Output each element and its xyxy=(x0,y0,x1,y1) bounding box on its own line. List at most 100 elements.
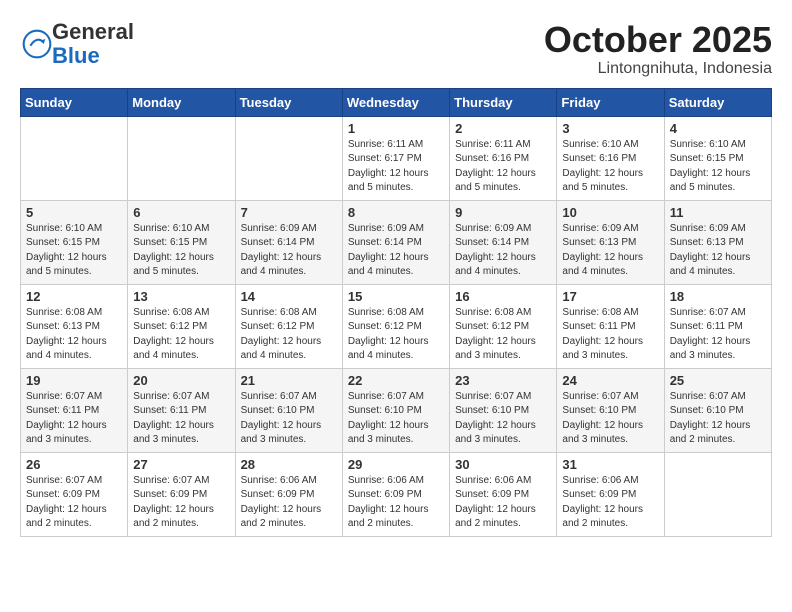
day-info: Sunrise: 6:09 AMSunset: 6:13 PMDaylight:… xyxy=(562,222,658,280)
day-number: 3 xyxy=(562,121,658,136)
weekday-header: Friday xyxy=(557,88,664,116)
calendar-cell: 8Sunrise: 6:09 AMSunset: 6:14 PMDaylight… xyxy=(342,200,449,284)
day-number: 20 xyxy=(133,373,229,388)
weekday-header: Thursday xyxy=(450,88,557,116)
day-number: 5 xyxy=(26,205,122,220)
calendar-cell: 21 Sunrise: 6:07 AMSunset: 6:10 PMDayligh… xyxy=(235,368,342,452)
calendar-week-row: 1 Sunrise: 6:11 AMSunset: 6:17 PMDaylight… xyxy=(21,116,772,200)
calendar-cell: 26 Sunrise: 6:07 AMSunset: 6:09 PMDayligh… xyxy=(21,452,128,536)
weekday-header: Tuesday xyxy=(235,88,342,116)
calendar-cell: 1 Sunrise: 6:11 AMSunset: 6:17 PMDaylight… xyxy=(342,116,449,200)
calendar-cell: 9Sunrise: 6:09 AMSunset: 6:14 PMDaylight… xyxy=(450,200,557,284)
calendar-cell: 17 Sunrise: 6:08 AMSunset: 6:11 PMDayligh… xyxy=(557,284,664,368)
calendar-cell: 7Sunrise: 6:09 AMSunset: 6:14 PMDaylight… xyxy=(235,200,342,284)
day-info: Sunrise: 6:08 AMSunset: 6:12 PMDaylight:… xyxy=(348,306,444,364)
day-number: 7 xyxy=(241,205,337,220)
logo-blue: Blue xyxy=(52,43,100,68)
weekday-header: Saturday xyxy=(664,88,771,116)
day-number: 29 xyxy=(348,457,444,472)
calendar-week-row: 26 Sunrise: 6:07 AMSunset: 6:09 PMDayligh… xyxy=(21,452,772,536)
calendar-week-row: 12 Sunrise: 6:08 AMSunset: 6:13 PMDayligh… xyxy=(21,284,772,368)
day-info: Sunrise: 6:06 AMSunset: 6:09 PMDaylight:… xyxy=(455,474,551,532)
calendar-cell: 24Sunrise: 6:07 AMSunset: 6:10 PMDayligh… xyxy=(557,368,664,452)
day-number: 2 xyxy=(455,121,551,136)
calendar-cell: 27 Sunrise: 6:07 AMSunset: 6:09 PMDayligh… xyxy=(128,452,235,536)
day-number: 25 xyxy=(670,373,766,388)
day-info: Sunrise: 6:08 AMSunset: 6:12 PMDaylight:… xyxy=(455,306,551,364)
day-info: Sunrise: 6:07 AMSunset: 6:11 PMDaylight:… xyxy=(26,390,122,448)
weekday-header: Sunday xyxy=(21,88,128,116)
day-number: 12 xyxy=(26,289,122,304)
weekday-header: Wednesday xyxy=(342,88,449,116)
day-number: 21 xyxy=(241,373,337,388)
calendar-cell: 15 Sunrise: 6:08 AMSunset: 6:12 PMDayligh… xyxy=(342,284,449,368)
calendar-cell: 14 Sunrise: 6:08 AMSunset: 6:12 PMDayligh… xyxy=(235,284,342,368)
day-number: 13 xyxy=(133,289,229,304)
page-header: General Blue October 2025 Lintongnihuta,… xyxy=(20,20,772,78)
day-info: Sunrise: 6:07 AMSunset: 6:11 PMDaylight:… xyxy=(670,306,766,364)
day-info: Sunrise: 6:08 AMSunset: 6:11 PMDaylight:… xyxy=(562,306,658,364)
day-info: Sunrise: 6:07 AMSunset: 6:10 PMDaylight:… xyxy=(455,390,551,448)
day-number: 4 xyxy=(670,121,766,136)
calendar-cell: 4 Sunrise: 6:10 AMSunset: 6:15 PMDaylight… xyxy=(664,116,771,200)
day-number: 19 xyxy=(26,373,122,388)
day-info: Sunrise: 6:10 AMSunset: 6:15 PMDaylight:… xyxy=(133,222,229,280)
calendar-cell: 3 Sunrise: 6:10 AMSunset: 6:16 PMDaylight… xyxy=(557,116,664,200)
calendar-cell: 12 Sunrise: 6:08 AMSunset: 6:13 PMDayligh… xyxy=(21,284,128,368)
logo: General Blue xyxy=(20,20,134,68)
day-number: 11 xyxy=(670,205,766,220)
day-info: Sunrise: 6:10 AMSunset: 6:16 PMDaylight:… xyxy=(562,138,658,196)
day-number: 17 xyxy=(562,289,658,304)
day-info: Sunrise: 6:07 AMSunset: 6:10 PMDaylight:… xyxy=(241,390,337,448)
day-info: Sunrise: 6:08 AMSunset: 6:13 PMDaylight:… xyxy=(26,306,122,364)
calendar-cell: 18 Sunrise: 6:07 AMSunset: 6:11 PMDayligh… xyxy=(664,284,771,368)
calendar: SundayMondayTuesdayWednesdayThursdayFrid… xyxy=(20,88,772,537)
day-number: 10 xyxy=(562,205,658,220)
calendar-cell: 31 Sunrise: 6:06 AMSunset: 6:09 PMDayligh… xyxy=(557,452,664,536)
day-number: 14 xyxy=(241,289,337,304)
day-number: 27 xyxy=(133,457,229,472)
weekday-header-row: SundayMondayTuesdayWednesdayThursdayFrid… xyxy=(21,88,772,116)
day-info: Sunrise: 6:08 AMSunset: 6:12 PMDaylight:… xyxy=(241,306,337,364)
day-number: 23 xyxy=(455,373,551,388)
day-number: 26 xyxy=(26,457,122,472)
day-number: 6 xyxy=(133,205,229,220)
day-number: 1 xyxy=(348,121,444,136)
day-number: 18 xyxy=(670,289,766,304)
calendar-cell: 30 Sunrise: 6:06 AMSunset: 6:09 PMDayligh… xyxy=(450,452,557,536)
calendar-cell: 20 Sunrise: 6:07 AMSunset: 6:11 PMDayligh… xyxy=(128,368,235,452)
day-number: 15 xyxy=(348,289,444,304)
logo-general: General xyxy=(52,19,134,44)
calendar-cell: 16 Sunrise: 6:08 AMSunset: 6:12 PMDayligh… xyxy=(450,284,557,368)
day-number: 30 xyxy=(455,457,551,472)
calendar-cell: 6 Sunrise: 6:10 AMSunset: 6:15 PMDaylight… xyxy=(128,200,235,284)
day-number: 16 xyxy=(455,289,551,304)
day-info: Sunrise: 6:07 AMSunset: 6:09 PMDaylight:… xyxy=(133,474,229,532)
day-info: Sunrise: 6:09 AMSunset: 6:14 PMDaylight:… xyxy=(348,222,444,280)
day-info: Sunrise: 6:11 AMSunset: 6:16 PMDaylight:… xyxy=(455,138,551,196)
day-info: Sunrise: 6:06 AMSunset: 6:09 PMDaylight:… xyxy=(348,474,444,532)
day-info: Sunrise: 6:10 AMSunset: 6:15 PMDaylight:… xyxy=(670,138,766,196)
calendar-cell: 2 Sunrise: 6:11 AMSunset: 6:16 PMDaylight… xyxy=(450,116,557,200)
day-info: Sunrise: 6:06 AMSunset: 6:09 PMDaylight:… xyxy=(241,474,337,532)
calendar-cell: 11 Sunrise: 6:09 AMSunset: 6:13 PMDayligh… xyxy=(664,200,771,284)
day-info: Sunrise: 6:09 AMSunset: 6:13 PMDaylight:… xyxy=(670,222,766,280)
calendar-cell xyxy=(21,116,128,200)
day-info: Sunrise: 6:11 AMSunset: 6:17 PMDaylight:… xyxy=(348,138,444,196)
day-info: Sunrise: 6:07 AMSunset: 6:10 PMDaylight:… xyxy=(348,390,444,448)
day-number: 22 xyxy=(348,373,444,388)
weekday-header: Monday xyxy=(128,88,235,116)
day-info: Sunrise: 6:07 AMSunset: 6:11 PMDaylight:… xyxy=(133,390,229,448)
day-info: Sunrise: 6:10 AMSunset: 6:15 PMDaylight:… xyxy=(26,222,122,280)
day-info: Sunrise: 6:07 AMSunset: 6:09 PMDaylight:… xyxy=(26,474,122,532)
day-info: Sunrise: 6:06 AMSunset: 6:09 PMDaylight:… xyxy=(562,474,658,532)
calendar-cell: 25Sunrise: 6:07 AMSunset: 6:10 PMDayligh… xyxy=(664,368,771,452)
calendar-cell: 5 Sunrise: 6:10 AMSunset: 6:15 PMDaylight… xyxy=(21,200,128,284)
calendar-cell: 10 Sunrise: 6:09 AMSunset: 6:13 PMDayligh… xyxy=(557,200,664,284)
day-info: Sunrise: 6:09 AMSunset: 6:14 PMDaylight:… xyxy=(455,222,551,280)
calendar-cell xyxy=(664,452,771,536)
calendar-cell: 13Sunrise: 6:08 AMSunset: 6:12 PMDayligh… xyxy=(128,284,235,368)
calendar-cell xyxy=(128,116,235,200)
day-number: 31 xyxy=(562,457,658,472)
day-info: Sunrise: 6:07 AMSunset: 6:10 PMDaylight:… xyxy=(562,390,658,448)
